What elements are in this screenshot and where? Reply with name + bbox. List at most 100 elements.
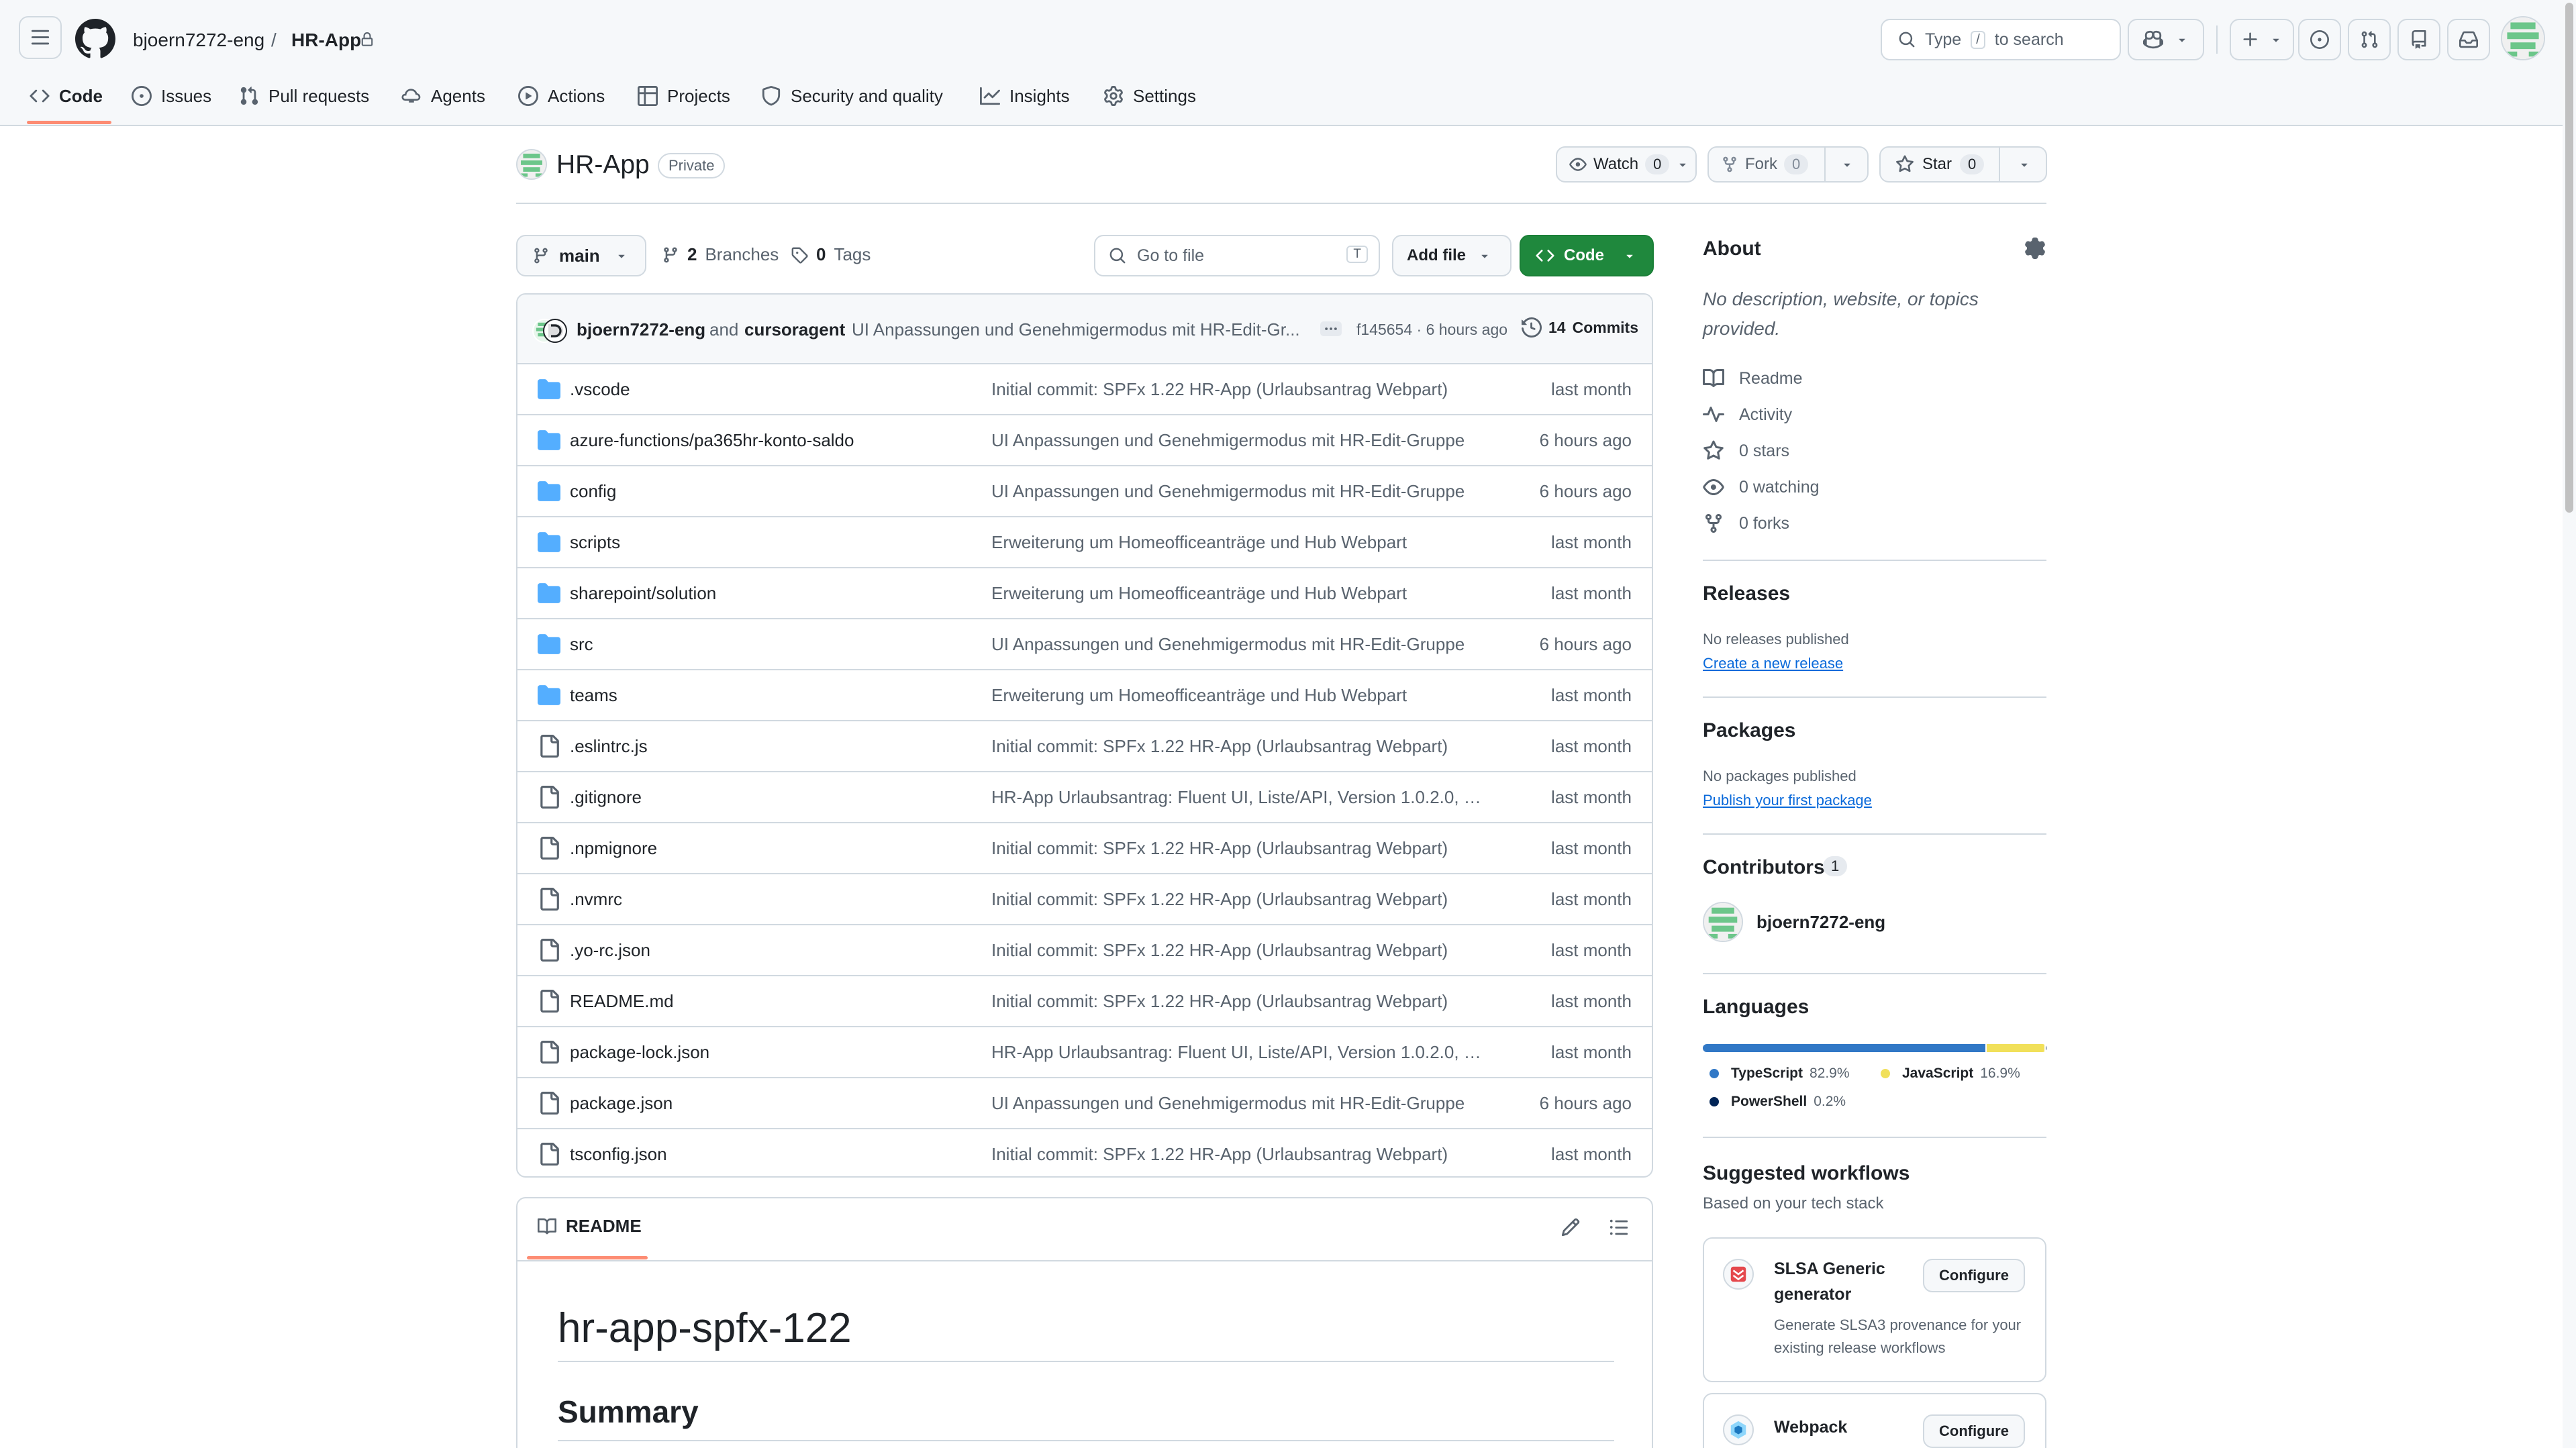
file-commit-message[interactable]: Initial commit: SPFx 1.22 HR-App (Urlaub… <box>991 837 1448 860</box>
branch-selector[interactable]: main <box>516 235 646 276</box>
contributor-item[interactable]: bjoern7272-eng <box>1703 902 1885 942</box>
publish-package-link[interactable]: Publish your first package <box>1703 792 1872 809</box>
pull-requests-button[interactable] <box>2348 19 2391 60</box>
file-name[interactable]: package.json <box>570 1092 673 1115</box>
about-forks-link[interactable]: 0 forks <box>1703 513 1789 534</box>
file-commit-message[interactable]: Initial commit: SPFx 1.22 HR-App (Urlaub… <box>991 735 1448 758</box>
webpack-workflow-name[interactable]: Webpack <box>1774 1414 1847 1440</box>
commit-author[interactable]: bjoern7272-eng <box>577 317 705 342</box>
file-commit-message[interactable]: Initial commit: SPFx 1.22 HR-App (Urlaub… <box>991 378 1448 401</box>
webpack-configure-button[interactable]: Configure <box>1923 1414 2025 1448</box>
tab-code[interactable]: Code <box>30 79 103 113</box>
go-to-file-input[interactable]: Go to file T <box>1094 235 1380 276</box>
file-commit-message[interactable]: HR-App Urlaubsantrag: Fluent UI, Liste/A… <box>991 786 1488 809</box>
packages-heading[interactable]: Packages <box>1703 719 1795 742</box>
file-row[interactable]: .yo-rc.json Initial commit: SPFx 1.22 HR-… <box>517 925 1652 976</box>
file-name[interactable]: package-lock.json <box>570 1041 709 1064</box>
file-name[interactable]: sharepoint/solution <box>570 582 716 605</box>
file-name[interactable]: README.md <box>570 990 674 1013</box>
repo-title[interactable]: HR-App <box>556 149 650 181</box>
page-scrollbar[interactable] <box>2563 0 2576 1448</box>
copilot-button[interactable] <box>2128 19 2204 60</box>
file-row[interactable]: tsconfig.json Initial commit: SPFx 1.22 H… <box>517 1129 1652 1176</box>
fork-button[interactable]: Fork 0 <box>1707 146 1869 183</box>
file-name[interactable]: .nvmrc <box>570 888 622 911</box>
file-row[interactable]: .gitignore HR-App Urlaubsantrag: Fluent U… <box>517 772 1652 823</box>
about-settings-button[interactable] <box>2024 238 2046 259</box>
file-row[interactable]: config UI Anpassungen und Genehmigermodus… <box>517 466 1652 517</box>
branches-link[interactable]: 2 Branches <box>662 244 779 265</box>
file-commit-message[interactable]: Erweiterung um Homeofficeanträge und Hub… <box>991 582 1407 605</box>
tab-actions[interactable]: Actions <box>518 79 605 113</box>
issues-button[interactable] <box>2298 19 2341 60</box>
file-name[interactable]: config <box>570 480 616 503</box>
inbox-button[interactable] <box>2447 19 2490 60</box>
file-name[interactable]: tsconfig.json <box>570 1143 667 1166</box>
menu-button[interactable] <box>19 16 62 59</box>
file-name[interactable]: azure-functions/pa365hr-konto-saldo <box>570 429 854 452</box>
commit-coauthor[interactable]: cursoragent <box>744 317 845 342</box>
readme-outline-button[interactable] <box>1609 1217 1629 1237</box>
star-button[interactable]: Star 0 <box>1879 146 2047 183</box>
repositories-button[interactable] <box>2397 19 2440 60</box>
add-file-button[interactable]: Add file <box>1392 235 1512 276</box>
file-commit-message[interactable]: Initial commit: SPFx 1.22 HR-App (Urlaub… <box>991 990 1448 1013</box>
file-row[interactable]: .npmignore Initial commit: SPFx 1.22 HR-A… <box>517 823 1652 874</box>
breadcrumb-repo[interactable]: HR-App <box>291 28 361 52</box>
file-row[interactable]: teams Erweiterung um Homeofficeanträge un… <box>517 670 1652 721</box>
scrollbar-thumb[interactable] <box>2565 3 2573 513</box>
file-row[interactable]: scripts Erweiterung um Homeofficeanträge … <box>517 517 1652 568</box>
file-row[interactable]: sharepoint/solution Erweiterung um Homeof… <box>517 568 1652 619</box>
file-name[interactable]: scripts <box>570 531 620 554</box>
tab-issues[interactable]: Issues <box>132 79 211 113</box>
tab-projects[interactable]: Projects <box>638 79 730 113</box>
create-release-link[interactable]: Create a new release <box>1703 655 1843 672</box>
file-row[interactable]: src UI Anpassungen und Genehmigermodus mi… <box>517 619 1652 670</box>
readme-tab[interactable]: README <box>538 1216 642 1237</box>
tab-insights[interactable]: Insights <box>980 79 1070 113</box>
file-commit-message[interactable]: Initial commit: SPFx 1.22 HR-App (Urlaub… <box>991 1143 1448 1166</box>
about-stars-link[interactable]: 0 stars <box>1703 440 1789 462</box>
file-name[interactable]: teams <box>570 684 617 707</box>
tags-link[interactable]: 0 Tags <box>791 244 871 265</box>
github-logo-icon[interactable] <box>75 19 115 59</box>
file-name[interactable]: .yo-rc.json <box>570 939 650 962</box>
file-commit-message[interactable]: Initial commit: SPFx 1.22 HR-App (Urlaub… <box>991 888 1448 911</box>
language-powershell[interactable]: PowerShell 0.2% <box>1710 1094 1846 1110</box>
file-row[interactable]: .vscode Initial commit: SPFx 1.22 HR-App … <box>517 364 1652 415</box>
author-avatars[interactable] <box>532 319 567 343</box>
code-button[interactable]: Code <box>1520 235 1654 276</box>
tab-pull-requests[interactable]: Pull requests <box>239 79 369 113</box>
tab-settings[interactable]: Settings <box>1103 79 1196 113</box>
contributors-heading[interactable]: Contributors <box>1703 856 1825 879</box>
file-row[interactable]: README.md Initial commit: SPFx 1.22 HR-Ap… <box>517 976 1652 1027</box>
file-commit-message[interactable]: UI Anpassungen und Genehmigermodus mit H… <box>991 1092 1465 1115</box>
file-commit-message[interactable]: Initial commit: SPFx 1.22 HR-App (Urlaub… <box>991 939 1448 962</box>
file-row[interactable]: azure-functions/pa365hr-konto-saldo UI An… <box>517 415 1652 466</box>
readme-edit-button[interactable] <box>1561 1217 1581 1237</box>
file-row[interactable]: .eslintrc.js Initial commit: SPFx 1.22 HR… <box>517 721 1652 772</box>
file-commit-message[interactable]: UI Anpassungen und Genehmigermodus mit H… <box>991 480 1465 503</box>
about-readme-link[interactable]: Readme <box>1703 368 1803 389</box>
file-commit-message[interactable]: Erweiterung um Homeofficeanträge und Hub… <box>991 531 1407 554</box>
slsa-configure-button[interactable]: Configure <box>1923 1259 2025 1292</box>
file-name[interactable]: .npmignore <box>570 837 657 860</box>
about-watching-link[interactable]: 0 watching <box>1703 476 1820 498</box>
file-row[interactable]: package-lock.json HR-App Urlaubsantrag: F… <box>517 1027 1652 1078</box>
file-commit-message[interactable]: Erweiterung um Homeofficeanträge und Hub… <box>991 684 1407 707</box>
tab-agents[interactable]: Agents <box>401 79 485 113</box>
commits-link[interactable]: 14 Commits <box>1522 317 1638 338</box>
releases-heading[interactable]: Releases <box>1703 582 1790 605</box>
user-avatar[interactable] <box>2501 16 2545 60</box>
breadcrumb-owner[interactable]: bjoern7272-eng <box>133 28 264 52</box>
tab-security[interactable]: Security and quality <box>761 79 943 113</box>
file-name[interactable]: .gitignore <box>570 786 642 809</box>
file-row[interactable]: package.json UI Anpassungen und Genehmige… <box>517 1078 1652 1129</box>
commit-message[interactable]: UI Anpassungen und Genehmigermodus mit H… <box>852 317 1300 342</box>
file-commit-message[interactable]: HR-App Urlaubsantrag: Fluent UI, Liste/A… <box>991 1041 1488 1064</box>
file-name[interactable]: src <box>570 633 593 656</box>
language-typescript[interactable]: TypeScript 82.9% <box>1710 1066 1850 1082</box>
commit-hash-time[interactable]: f145654 · 6 hours ago <box>1356 319 1507 340</box>
commit-expand-button[interactable] <box>1320 321 1342 336</box>
search-input[interactable]: Type / to search <box>1881 19 2121 60</box>
